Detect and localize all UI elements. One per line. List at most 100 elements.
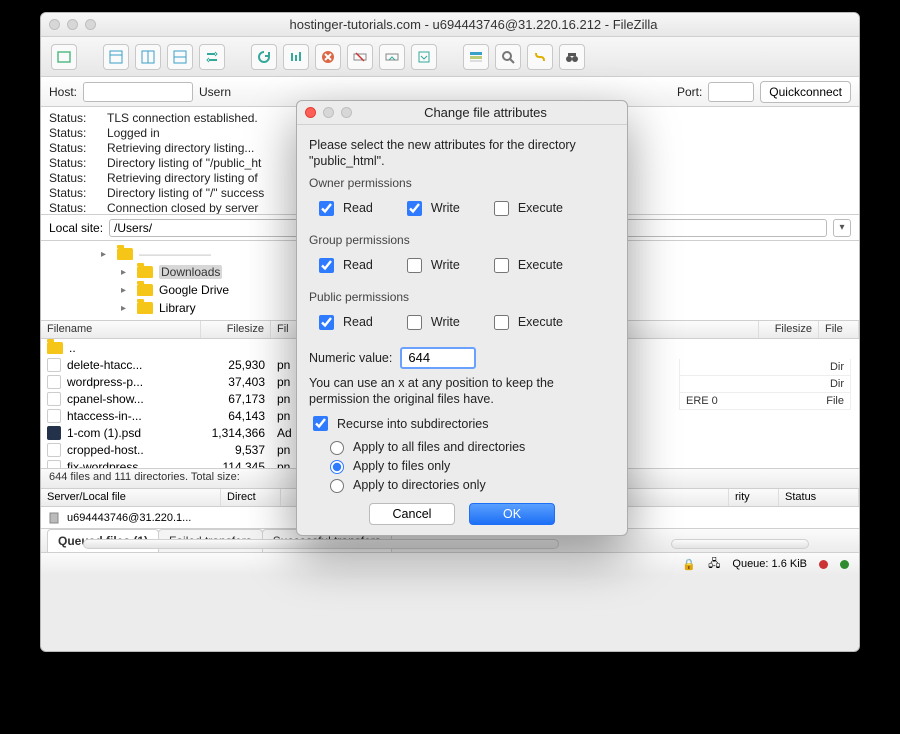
disconnect-icon[interactable]	[347, 44, 373, 70]
file-icon	[47, 409, 61, 423]
group-read-checkbox[interactable]	[319, 258, 334, 273]
cancel-icon[interactable]	[315, 44, 341, 70]
dialog-intro: Please select the new attributes for the…	[309, 137, 615, 170]
col-direction[interactable]: Direct	[221, 489, 281, 506]
file-icon	[47, 375, 61, 389]
queue-size: Queue: 1.6 KiB	[732, 558, 807, 570]
dialog-min-icon	[323, 107, 334, 118]
file-icon	[47, 443, 61, 457]
close-window-icon[interactable]	[49, 19, 60, 30]
group-execute-checkbox[interactable]	[494, 258, 509, 273]
zoom-window-icon[interactable]	[85, 19, 96, 30]
public-read-label: Read	[343, 315, 373, 329]
col-server-local[interactable]: Server/Local file	[41, 489, 221, 506]
col-priority[interactable]: rity	[729, 489, 779, 506]
port-label: Port:	[677, 85, 702, 99]
owner-execute-label: Execute	[518, 201, 563, 215]
file-icon	[47, 426, 61, 440]
folder-icon	[137, 302, 153, 314]
window-controls	[49, 19, 96, 30]
col-status[interactable]: Status	[779, 489, 859, 506]
owner-permissions-group: Owner permissions Read Write Execute	[309, 176, 615, 227]
owner-legend: Owner permissions	[309, 176, 412, 194]
ok-button[interactable]: OK	[469, 503, 555, 525]
cancel-button[interactable]: Cancel	[369, 503, 455, 525]
hscrollbar-left[interactable]	[83, 539, 559, 549]
group-write-checkbox[interactable]	[407, 258, 422, 273]
folder-icon	[117, 248, 133, 260]
public-write-label: Write	[431, 315, 460, 329]
compare-icon[interactable]	[527, 44, 553, 70]
window-title: hostinger-tutorials.com - u694443746@31.…	[96, 17, 851, 32]
public-execute-checkbox[interactable]	[494, 315, 509, 330]
dialog-zoom-icon	[341, 107, 352, 118]
numeric-value-input[interactable]	[400, 347, 476, 369]
activity-led-rx-icon	[819, 560, 828, 569]
col-remote-filesize[interactable]: Filesize	[759, 321, 819, 338]
file-icon	[47, 358, 61, 372]
layout3-icon[interactable]	[167, 44, 193, 70]
change-attributes-dialog: Change file attributes Please select the…	[296, 100, 628, 536]
numeric-hint: You can use an x at any position to keep…	[309, 375, 615, 408]
reconnect-icon[interactable]	[379, 44, 405, 70]
owner-write-checkbox[interactable]	[407, 201, 422, 216]
apply-files-radio[interactable]	[330, 460, 344, 474]
hscrollbar-right[interactable]	[671, 539, 809, 549]
col-filesize[interactable]: Filesize	[201, 321, 271, 338]
public-write-checkbox[interactable]	[407, 315, 422, 330]
toolbar	[41, 37, 859, 77]
local-site-label: Local site:	[49, 221, 103, 235]
public-execute-label: Execute	[518, 315, 563, 329]
folder-icon	[47, 342, 63, 354]
public-read-checkbox[interactable]	[319, 315, 334, 330]
apply-all-radio[interactable]	[330, 441, 344, 455]
apply-all-label: Apply to all files and directories	[353, 440, 525, 454]
username-label: Usern	[199, 85, 231, 99]
activity-led-tx-icon	[840, 560, 849, 569]
sync-icon[interactable]	[199, 44, 225, 70]
owner-read-checkbox[interactable]	[319, 201, 334, 216]
owner-read-label: Read	[343, 201, 373, 215]
folder-icon	[137, 266, 153, 278]
col-remote-filetype[interactable]: File	[819, 321, 859, 338]
col-filename[interactable]: Filename	[41, 321, 201, 338]
queue-item-label: u694443746@31.220.1...	[67, 512, 191, 524]
group-write-label: Write	[431, 258, 460, 272]
recurse-checkbox[interactable]	[313, 416, 328, 431]
apply-dirs-label: Apply to directories only	[353, 478, 486, 492]
group-read-label: Read	[343, 258, 373, 272]
group-legend: Group permissions	[309, 233, 410, 251]
folder-icon	[137, 284, 153, 296]
quickconnect-button[interactable]: Quickconnect	[760, 81, 851, 103]
filter-icon[interactable]	[411, 44, 437, 70]
binoculars-icon[interactable]	[559, 44, 585, 70]
dialog-title: Change file attributes	[352, 105, 619, 120]
host-label: Host:	[49, 85, 77, 99]
search-icon[interactable]	[495, 44, 521, 70]
host-input[interactable]	[83, 82, 193, 102]
layout2-icon[interactable]	[135, 44, 161, 70]
lock-icon: 🔒	[682, 558, 696, 571]
statusbar: 🔒 🖧 Queue: 1.6 KiB	[41, 553, 859, 575]
local-site-dropdown-icon[interactable]: ▾	[833, 219, 851, 237]
numeric-value-label: Numeric value:	[309, 351, 392, 365]
group-permissions-group: Group permissions Read Write Execute	[309, 233, 615, 284]
network-icon: 🖧	[708, 555, 720, 574]
dialog-close-icon[interactable]	[305, 107, 316, 118]
layout-icon[interactable]	[103, 44, 129, 70]
port-input[interactable]	[708, 82, 754, 102]
queue-view-icon[interactable]	[463, 44, 489, 70]
owner-write-label: Write	[431, 201, 460, 215]
public-permissions-group: Public permissions Read Write Execute	[309, 290, 615, 341]
titlebar: hostinger-tutorials.com - u694443746@31.…	[41, 13, 859, 37]
site-manager-icon[interactable]	[51, 44, 77, 70]
refresh-icon[interactable]	[251, 44, 277, 70]
process-icon[interactable]	[283, 44, 309, 70]
minimize-window-icon[interactable]	[67, 19, 78, 30]
recurse-label: Recurse into subdirectories	[337, 417, 488, 431]
public-legend: Public permissions	[309, 290, 409, 308]
apply-dirs-radio[interactable]	[330, 479, 344, 493]
owner-execute-checkbox[interactable]	[494, 201, 509, 216]
server-icon	[47, 511, 61, 525]
group-execute-label: Execute	[518, 258, 563, 272]
